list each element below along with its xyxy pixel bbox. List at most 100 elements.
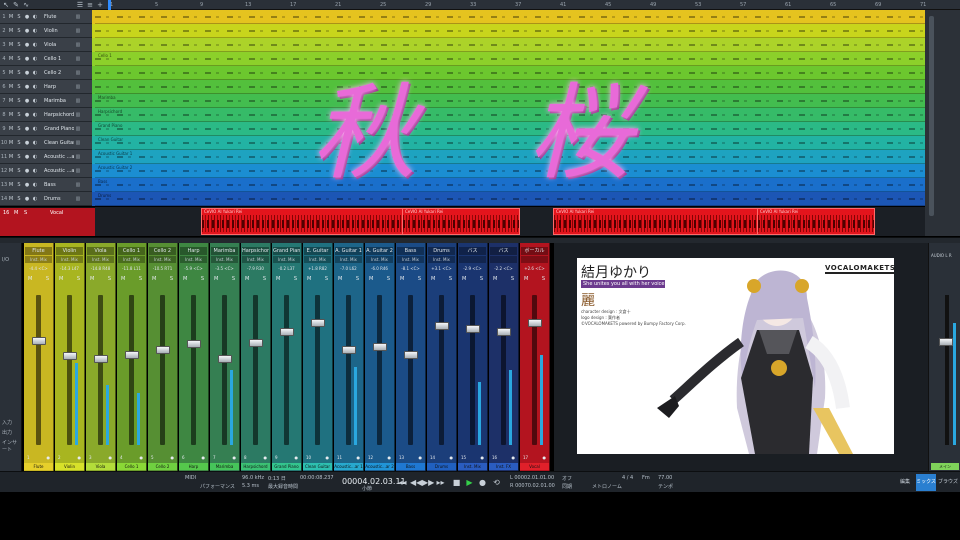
metronome-label[interactable]: メトロノーム (592, 483, 622, 490)
channel-name[interactable]: ボーカル (521, 247, 548, 255)
record-icon[interactable]: ● (357, 455, 361, 460)
track-lane-clip[interactable] (95, 38, 925, 52)
fader-track[interactable] (346, 295, 351, 445)
mute-button[interactable]: M (121, 276, 125, 283)
instrument-icon[interactable]: ▥ (74, 196, 82, 202)
input-label[interactable]: 入力 (2, 419, 12, 426)
monitor-button[interactable]: ◐ (32, 28, 38, 34)
solo-button[interactable]: S (325, 276, 328, 283)
solo-button[interactable]: S (16, 70, 22, 76)
instrument-mix-label[interactable]: Inst. Mix (180, 256, 207, 263)
timeline-ruler[interactable]: 1 5 9 13 17 21 25 29 33 37 41 45 49 53 57 61 65 69 71 (108, 1, 930, 10)
time-display[interactable]: 00:00:08.237 (300, 475, 334, 481)
fader-track[interactable] (160, 295, 165, 445)
record-arm-button[interactable]: ● (24, 56, 30, 62)
channel-name[interactable]: Marimba (211, 247, 238, 255)
solo-button[interactable]: S (387, 276, 390, 283)
loop-icon[interactable]: ⟲ (492, 478, 501, 487)
record-icon[interactable]: ● (78, 455, 82, 460)
mute-button[interactable]: M (8, 84, 14, 90)
fader-track[interactable] (501, 295, 506, 445)
record-icon[interactable]: ● (450, 455, 454, 460)
channel-name[interactable]: Bass (397, 247, 424, 255)
record-arm-button[interactable]: ● (24, 84, 30, 90)
solo-button[interactable]: S (77, 276, 80, 283)
track-header[interactable]: 11MS●◐ Acoustic ...ar 1▥ (0, 150, 95, 164)
track-header[interactable]: 9 M S ● ◐ Grand Piano ▥ (0, 122, 95, 136)
fader-track[interactable] (945, 295, 949, 445)
solo-button[interactable]: S (16, 84, 22, 90)
instrument-mix-label[interactable]: Inst. Mix (335, 256, 362, 263)
instrument-mix-label[interactable]: Inst. Mix (56, 256, 83, 263)
record-arm-button[interactable]: ● (24, 168, 30, 174)
fader-track[interactable] (129, 295, 134, 445)
record-icon[interactable]: ● (109, 455, 113, 460)
instrument-mix-label[interactable]: Inst. Mix (428, 256, 455, 263)
monitor-button[interactable]: ◐ (32, 126, 38, 132)
fader-track[interactable] (377, 295, 382, 445)
monitor-button[interactable]: ◐ (32, 154, 38, 160)
monitor-button[interactable]: ◐ (32, 42, 38, 48)
fader-track[interactable] (222, 295, 227, 445)
pan-readout[interactable]: -4.4 <C> (25, 265, 52, 273)
fader-track[interactable] (470, 295, 475, 445)
monitor-button[interactable]: ◐ (32, 70, 38, 76)
fader-track[interactable] (253, 295, 258, 445)
instrument-icon[interactable]: ▥ (74, 14, 82, 20)
mute-button[interactable]: M (8, 112, 14, 118)
channel-name[interactable]: Drums (428, 247, 455, 255)
record-arm-button[interactable]: ● (24, 196, 30, 202)
fader-track[interactable] (315, 295, 320, 445)
record-icon[interactable]: ● (478, 478, 487, 487)
record-icon[interactable]: ● (543, 455, 547, 460)
vocal-clip[interactable]: CeVIO AI Yukari Rei (201, 208, 415, 235)
solo-button[interactable]: S (16, 56, 22, 62)
record-icon[interactable]: ● (264, 455, 268, 460)
solo-button[interactable]: S (16, 112, 22, 118)
monitor-button[interactable]: ◐ (32, 14, 38, 20)
fader-cap[interactable] (218, 355, 232, 363)
channel-name[interactable]: バス (490, 247, 517, 255)
fader-cap[interactable] (187, 340, 201, 348)
record-icon[interactable]: ● (171, 455, 175, 460)
mute-button[interactable]: M (245, 276, 249, 283)
instrument-icon[interactable]: ▥ (74, 126, 82, 132)
solo-button[interactable]: S (170, 276, 173, 283)
solo-button[interactable]: S (449, 276, 452, 283)
pan-readout[interactable]: -6.0 R46 (366, 265, 393, 273)
solo-button[interactable]: S (16, 126, 22, 132)
channel-name[interactable]: Harp (180, 247, 207, 255)
record-icon[interactable]: ● (140, 455, 144, 460)
monitor-button[interactable]: ◐ (32, 112, 38, 118)
mute-button[interactable]: M (8, 70, 14, 76)
mute-button[interactable]: M (276, 276, 280, 283)
pan-readout[interactable]: -2.2 <C> (490, 265, 517, 273)
instrument-mix-label[interactable]: Inst. Mix (273, 256, 300, 263)
solo-button[interactable]: S (46, 276, 49, 283)
track-header[interactable]: 2 M S ● ◐ Violin ▥ (0, 24, 95, 38)
cursor-icon[interactable]: ↖ (2, 1, 10, 9)
fader-cap[interactable] (156, 346, 170, 354)
monitor-button[interactable]: ◐ (32, 182, 38, 188)
record-arm-button[interactable]: ● (24, 98, 30, 104)
record-arm-button[interactable]: ● (24, 182, 30, 188)
mute-button[interactable]: M (369, 276, 373, 283)
pan-readout[interactable]: +3.1 <C> (428, 265, 455, 273)
solo-button[interactable]: S (16, 98, 22, 104)
record-arm-button[interactable]: ● (24, 14, 30, 20)
stop-icon[interactable]: ■ (452, 478, 461, 487)
track-header[interactable]: 7 M S ● ◐ Marimba ▥ (0, 94, 95, 108)
pencil-icon[interactable]: ✎ (12, 1, 20, 9)
pan-readout[interactable]: -3.5 <C> (211, 265, 238, 273)
fader-cap[interactable] (280, 328, 294, 336)
instrument-mix-label[interactable]: Inst. Mix (25, 256, 52, 263)
instrument-mix-label[interactable]: Inst. Mix (211, 256, 238, 263)
list-icon[interactable]: ☰ (76, 1, 84, 9)
fader-track[interactable] (408, 295, 413, 445)
instrument-mix-label[interactable] (521, 256, 548, 263)
solo-button[interactable]: S (24, 210, 27, 216)
mute-button[interactable]: M (90, 276, 94, 283)
monitor-button[interactable]: ◐ (32, 168, 38, 174)
pan-readout[interactable]: -14.3 L47 (56, 265, 83, 273)
mode-edit-button[interactable]: 編集 (895, 474, 915, 491)
